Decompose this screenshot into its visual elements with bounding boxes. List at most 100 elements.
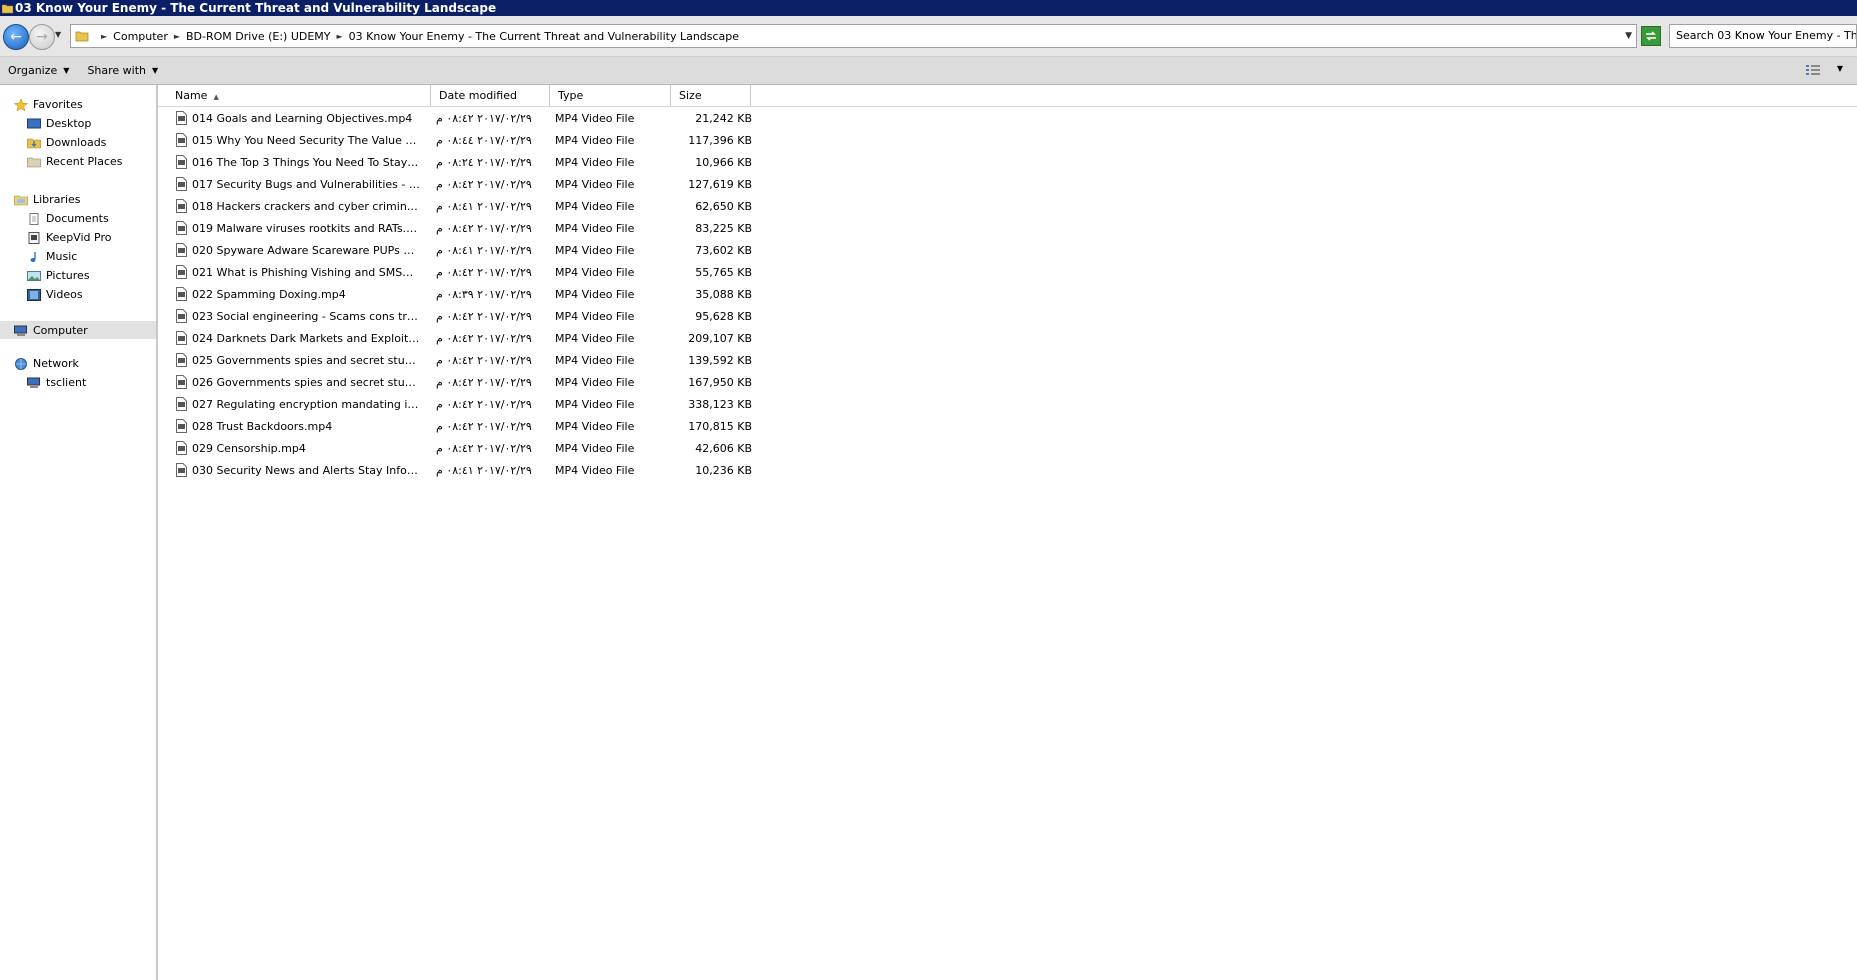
file-size: 55,765 KB xyxy=(695,265,752,279)
breadcrumb-drive[interactable]: BD-ROM Drive (E:) UDEMY xyxy=(186,30,331,43)
column-header-label: Name xyxy=(175,89,208,102)
organize-button[interactable]: Organize ▼ xyxy=(8,64,69,77)
forward-button[interactable]: → xyxy=(29,24,55,50)
file-type: MP4 Video File xyxy=(555,309,635,323)
nav-music[interactable]: Music xyxy=(27,248,77,265)
chevron-right-icon[interactable]: ► xyxy=(337,32,343,41)
file-date: ٢٠١٧/٠٢/٢٩ ٠٨:٤٢ م xyxy=(436,441,532,455)
nav-label: Computer xyxy=(33,324,88,337)
table-row[interactable]: 018 Hackers crackers and cyber criminals… xyxy=(170,195,910,217)
column-header-label: Size xyxy=(679,89,702,102)
file-date: ٢٠١٧/٠٢/٢٩ ٠٨:٢٤ م xyxy=(436,155,532,169)
refresh-button[interactable] xyxy=(1641,26,1661,46)
nav-label: Downloads xyxy=(46,136,107,149)
file-name: 021 What is Phishing Vishing and SMShing… xyxy=(192,265,420,279)
column-header-date[interactable]: Date modified xyxy=(431,85,550,106)
table-row[interactable]: 020 Spyware Adware Scareware PUPs Brow..… xyxy=(170,239,910,261)
table-row[interactable]: 023 Social engineering - Scams cons tric… xyxy=(170,305,910,327)
table-row[interactable]: 022 Spamming Doxing.mp4 ٢٠١٧/٠٢/٢٩ ٠٨:٣٩ … xyxy=(170,283,910,305)
table-row[interactable]: 016 The Top 3 Things You Need To Stay Sa… xyxy=(170,151,910,173)
file-name: 016 The Top 3 Things You Need To Stay Sa… xyxy=(192,155,420,169)
video-file-icon xyxy=(176,287,187,301)
table-row[interactable]: 014 Goals and Learning Objectives.mp4 ٢٠١… xyxy=(170,107,910,129)
chevron-down-icon[interactable]: ▼ xyxy=(1837,64,1843,73)
nav-label: tsclient xyxy=(46,376,87,389)
chevron-right-icon[interactable]: ► xyxy=(101,32,107,41)
file-size: 95,628 KB xyxy=(695,309,752,323)
table-row[interactable]: 028 Trust Backdoors.mp4 ٢٠١٧/٠٢/٢٩ ٠٨:٤٢ … xyxy=(170,415,910,437)
table-row[interactable]: 017 Security Bugs and Vulnerabilities - … xyxy=(170,173,910,195)
chevron-right-icon[interactable]: ► xyxy=(174,32,180,41)
nav-keepvid-pro[interactable]: KeepVid Pro xyxy=(27,229,111,246)
nav-downloads[interactable]: Downloads xyxy=(27,134,106,151)
breadcrumb-folder[interactable]: 03 Know Your Enemy - The Current Threat … xyxy=(349,30,739,43)
file-date: ٢٠١٧/٠٢/٢٩ ٠٨:٤٢ م xyxy=(436,353,532,367)
table-row[interactable]: 030 Security News and Alerts Stay Inform… xyxy=(170,459,910,481)
star-icon xyxy=(14,98,28,111)
arrow-right-icon: → xyxy=(36,29,48,45)
column-headers: Name ▲ Date modified Type Size xyxy=(158,85,1857,107)
table-row[interactable]: 029 Censorship.mp4 ٢٠١٧/٠٢/٢٩ ٠٨:٤٢ م MP4 … xyxy=(170,437,910,459)
nav-pictures[interactable]: Pictures xyxy=(27,267,90,284)
file-name: 014 Goals and Learning Objectives.mp4 xyxy=(192,111,413,125)
window-title: 03 Know Your Enemy - The Current Threat … xyxy=(15,1,497,15)
nav-computer[interactable]: Computer xyxy=(14,322,88,339)
file-date: ٢٠١٧/٠٢/٢٩ ٠٨:٤٢ م xyxy=(436,177,532,191)
sort-ascending-icon: ▲ xyxy=(213,93,219,101)
navigation-pane: Favorites Desktop Downloads Recent Place… xyxy=(0,85,158,980)
file-date: ٢٠١٧/٠٢/٢٩ ٠٨:٤٢ م xyxy=(436,221,532,235)
file-size: 209,107 KB xyxy=(688,331,752,345)
desktop-icon xyxy=(27,118,41,128)
nav-recent-places[interactable]: Recent Places xyxy=(27,153,123,170)
file-date: ٢٠١٧/٠٢/٢٩ ٠٨:٤١ م xyxy=(436,463,532,477)
breadcrumb-computer[interactable]: Computer xyxy=(113,30,168,43)
nav-libraries[interactable]: Libraries xyxy=(14,191,81,208)
keepvid-icon xyxy=(28,231,40,244)
videos-icon xyxy=(27,288,41,301)
network-computer-icon xyxy=(27,377,40,388)
nav-network[interactable]: Network xyxy=(14,355,79,372)
file-name: 030 Security News and Alerts Stay Inform… xyxy=(192,463,420,477)
file-type: MP4 Video File xyxy=(555,177,635,191)
nav-documents[interactable]: Documents xyxy=(27,210,109,227)
file-date: ٢٠١٧/٠٢/٢٩ ٠٨:٤٢ م xyxy=(436,111,532,125)
address-bar[interactable]: ► Computer ► BD-ROM Drive (E:) UDEMY ► 0… xyxy=(70,24,1637,48)
file-name: 025 Governments spies and secret stuff p… xyxy=(192,353,420,367)
nav-label: Documents xyxy=(46,212,109,225)
table-row[interactable]: 026 Governments spies and secret stuff p… xyxy=(170,371,910,393)
column-header-name[interactable]: Name ▲ xyxy=(167,85,431,106)
file-date: ٢٠١٧/٠٢/٢٩ ٠٨:٤٢ م xyxy=(436,265,532,279)
file-type: MP4 Video File xyxy=(555,331,635,345)
file-date: ٢٠١٧/٠٢/٢٩ ٠٨:٣٩ م xyxy=(436,287,532,301)
table-row[interactable]: 021 What is Phishing Vishing and SMShing… xyxy=(170,261,910,283)
chevron-down-icon[interactable]: ▼ xyxy=(1625,31,1632,41)
address-row: ← → ▼ ► Computer ► BD-ROM Drive (E:) UDE… xyxy=(0,16,1857,57)
share-with-button[interactable]: Share with ▼ xyxy=(87,64,158,77)
column-header-size[interactable]: Size xyxy=(671,85,751,106)
file-size: 117,396 KB xyxy=(688,133,752,147)
file-date: ٢٠١٧/٠٢/٢٩ ٠٨:٤٢ م xyxy=(436,419,532,433)
command-toolbar: Organize ▼ Share with ▼ ▼ xyxy=(0,57,1857,85)
video-file-icon xyxy=(176,177,187,191)
search-input[interactable]: Search 03 Know Your Enemy - The Current … xyxy=(1669,24,1857,48)
table-row[interactable]: 027 Regulating encryption mandating inse… xyxy=(170,393,910,415)
back-button[interactable]: ← xyxy=(3,24,29,50)
file-date: ٢٠١٧/٠٢/٢٩ ٠٨:٤٢ م xyxy=(436,331,532,345)
file-size: 170,815 KB xyxy=(688,419,752,433)
recent-pages-dropdown-icon[interactable]: ▼ xyxy=(55,30,61,39)
nav-desktop[interactable]: Desktop xyxy=(27,115,91,132)
table-row[interactable]: 025 Governments spies and secret stuff p… xyxy=(170,349,910,371)
file-name: 026 Governments spies and secret stuff p… xyxy=(192,375,420,389)
refresh-icon xyxy=(1646,31,1656,41)
nav-videos[interactable]: Videos xyxy=(27,286,83,303)
view-options-icon[interactable] xyxy=(1805,63,1821,77)
nav-tsclient[interactable]: tsclient xyxy=(27,374,86,391)
column-header-type[interactable]: Type xyxy=(550,85,671,106)
table-row[interactable]: 015 Why You Need Security The Value Of A… xyxy=(170,129,910,151)
folder-icon xyxy=(75,31,89,42)
file-name: 023 Social engineering - Scams cons tric… xyxy=(192,309,420,323)
nav-favorites[interactable]: Favorites xyxy=(14,96,83,113)
file-size: 139,592 KB xyxy=(688,353,752,367)
table-row[interactable]: 019 Malware viruses rootkits and RATs.mp… xyxy=(170,217,910,239)
table-row[interactable]: 024 Darknets Dark Markets and Exploit ki… xyxy=(170,327,910,349)
